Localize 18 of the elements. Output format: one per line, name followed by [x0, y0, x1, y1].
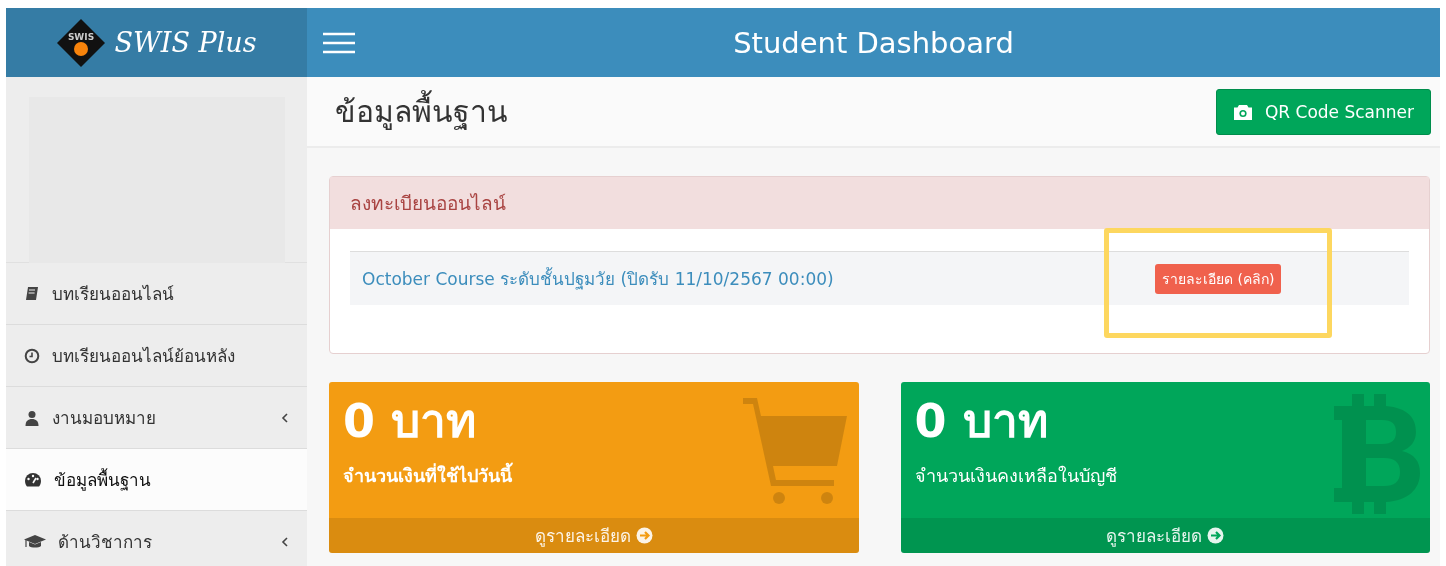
arrow-circle-icon [1207, 527, 1225, 544]
panel-title: ลงทะเบียนออนไลน์ [350, 191, 506, 216]
graduation-cap-icon [24, 533, 46, 550]
arrow-circle-icon [635, 527, 653, 544]
amount-text: 0 บาท [914, 396, 1048, 447]
dashboard-icon [24, 471, 42, 488]
page-title: ข้อมูลพื้นฐาน [335, 88, 508, 135]
user-icon [24, 409, 40, 426]
logo-text: SWIS Plus [114, 27, 257, 58]
clock-icon [24, 347, 40, 364]
camera-icon [1232, 103, 1253, 120]
page-header-title: Student Dashboard [733, 25, 1014, 60]
logo-icon: SWIS [56, 17, 107, 68]
amount-text: 0 บาท [343, 396, 477, 447]
sidebar-item[interactable]: ข้อมูลพื้นฐาน [6, 449, 307, 511]
card-label: จำนวนเงินที่ใช้ไปวันนี้ [343, 461, 512, 488]
card-label: จำนวนเงินคงเหลือในบัญชี [914, 463, 1117, 488]
book-icon [24, 285, 40, 302]
